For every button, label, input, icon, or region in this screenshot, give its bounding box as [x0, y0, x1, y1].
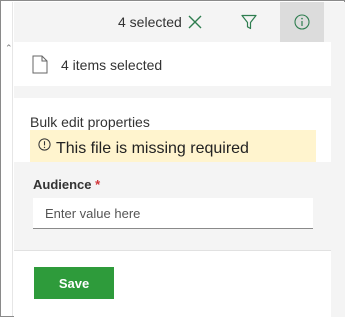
close-icon: [188, 15, 202, 29]
document-icon: [32, 55, 48, 74]
filter-icon: [241, 14, 257, 30]
audience-label-text: Audience: [33, 177, 92, 192]
scroll-up-arrow-icon[interactable]: ⌃: [5, 44, 13, 53]
required-indicator: *: [95, 177, 101, 192]
section-divider: [14, 250, 331, 251]
bulk-edit-section: Bulk edit properties This file is missin…: [14, 98, 331, 317]
details-pane: 4 selected 4 items selected Bulk edit pr…: [14, 2, 345, 317]
audience-input[interactable]: [33, 198, 313, 229]
info-icon: [294, 14, 310, 30]
bulk-edit-title: Bulk edit properties: [30, 114, 150, 130]
audience-field-group: Audience *: [14, 162, 331, 250]
warning-text: This file is missing required: [56, 140, 249, 157]
missing-required-warning: This file is missing required: [30, 130, 316, 162]
info-pane-button[interactable]: [280, 2, 324, 42]
items-selected-text: 4 items selected: [61, 57, 163, 73]
selection-count: 4 selected: [118, 14, 182, 30]
filter-button[interactable]: [240, 13, 258, 31]
pane-toolbar: 4 selected: [14, 2, 345, 42]
details-pane-frame: ⌃ 4 selected 4 items selected Bulk edit …: [0, 0, 345, 317]
selected-items-summary: 4 items selected: [14, 42, 331, 86]
warning-circle-icon: [38, 138, 51, 151]
left-scroll-gutter[interactable]: ⌃: [2, 2, 13, 316]
save-button[interactable]: Save: [34, 267, 114, 299]
audience-label: Audience *: [33, 177, 100, 192]
clear-selection-button[interactable]: [187, 14, 203, 30]
